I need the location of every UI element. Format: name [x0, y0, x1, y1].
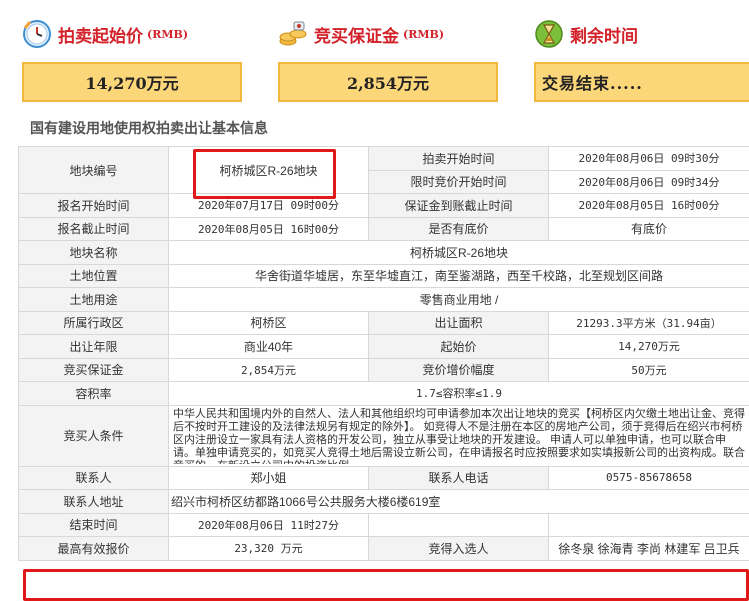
table-row: 出让年限 商业40年 起始价 14,270万元 — [18, 334, 749, 359]
reserve-label: 是否有底价 — [368, 216, 549, 241]
table-row: 所属行政区 柯桥区 出让面积 21293.3平方米（31.94亩） — [18, 310, 749, 335]
coins-icon — [279, 21, 307, 46]
table-row: 联系人 郑小姐 联系人电话 0575-85678658 — [18, 465, 749, 490]
deposit-unit: (RMB) — [403, 27, 445, 41]
hourglass-icon — [535, 20, 563, 48]
increment-label: 竞价增价幅度 — [368, 357, 549, 382]
start-price-value: 14,270万元 — [22, 62, 242, 102]
remaining-value: 交易结束..... — [534, 62, 749, 102]
deposit-deadline-value: 2020年08月05日 16时00分 — [548, 193, 749, 218]
deposit-value: 2,854万元 — [278, 62, 498, 102]
limit-start-value: 2020年08月06日 09时34分 — [548, 169, 749, 194]
deposit-deadline-label: 保证金到账截止时间 — [368, 193, 549, 218]
address-value: 绍兴市柯桥区纺都路1066号公共服务大楼6楼619室 — [168, 489, 749, 514]
table-row: 最高有效报价 23,320 万元 竞得入选人 徐冬泉 徐海青 李尚 林建军 吕卫… — [18, 536, 749, 561]
reg-end-value: 2020年08月05日 16时00分 — [168, 216, 369, 241]
highest-bid-label: 最高有效报价 — [18, 536, 169, 561]
reg-end-label: 报名截止时间 — [18, 216, 169, 241]
start-price-row-label: 起始价 — [368, 334, 549, 359]
table-row: 土地用途 零售商业用地 / — [18, 287, 749, 312]
table-row: 报名截止时间 2020年08月05日 16时00分 是否有底价 有底价 — [18, 216, 749, 241]
area-value: 21293.3平方米（31.94亩） — [548, 310, 749, 335]
table-row: 竞买保证金 2,854万元 竞价增价幅度 50万元 — [18, 357, 749, 382]
increment-value: 50万元 — [548, 357, 749, 382]
table-row: 联系人地址 绍兴市柯桥区纺都路1066号公共服务大楼6楼619室 — [18, 489, 749, 514]
clock-icon — [23, 20, 51, 48]
empty-cell — [368, 512, 549, 537]
phone-value: 0575-85678658 — [548, 465, 749, 490]
deposit-row-value: 2,854万元 — [168, 357, 369, 382]
usage-label: 土地用途 — [18, 287, 169, 312]
table-row: 土地位置 华舍街道华墟居，东至华墟直江，南至鉴湖路，西至千校路，北至规划区间路 — [18, 263, 749, 288]
end-time-value: 2020年08月06日 11时27分 — [168, 512, 369, 537]
far-value: 1.7≤容积率≤1.9 — [168, 381, 749, 406]
table-row: 容积率 1.7≤容积率≤1.9 — [18, 381, 749, 406]
deposit-label: 竞买保证金 — [314, 26, 399, 47]
remaining-label: 剩余时间 — [570, 26, 638, 47]
location-value: 华舍街道华墟居，东至华墟直江，南至鉴湖路，西至千校路，北至规划区间路 — [168, 263, 749, 288]
start-price-label: 拍卖起始价 — [58, 26, 143, 47]
usage-value: 零售商业用地 / — [168, 287, 749, 312]
location-label: 土地位置 — [18, 263, 169, 288]
start-price-row-value: 14,270万元 — [548, 334, 749, 359]
basic-info-table: 地块编号 柯桥城区R-26地块 拍卖开始时间 2020年08月06日 09时30… — [18, 146, 749, 561]
start-price-card: 拍卖起始价 (RMB) 14,270万元 — [22, 14, 242, 102]
district-label: 所属行政区 — [18, 310, 169, 335]
table-row: 报名开始时间 2020年07月17日 09时00分 保证金到账截止时间 2020… — [18, 193, 749, 218]
table-row: 结束时间 2020年08月06日 11时27分 — [18, 512, 749, 537]
table-row: 竞买人条件 中华人民共和国境内外的自然人、法人和其他组织均可申请参加本次出让地块… — [18, 404, 749, 467]
auction-start-label: 拍卖开始时间 — [368, 146, 549, 171]
conditions-label: 竞买人条件 — [18, 404, 169, 467]
remaining-card: 剩余时间 交易结束..... — [534, 14, 749, 102]
contact-value: 郑小姐 — [168, 465, 369, 490]
winner-value: 徐冬泉 徐海青 李尚 林建军 吕卫兵 — [548, 536, 749, 561]
auction-start-value: 2020年08月06日 09时30分 — [548, 146, 749, 171]
table-row: 地块名称 柯桥城区R-26地块 — [18, 240, 749, 265]
phone-label: 联系人电话 — [368, 465, 549, 490]
years-label: 出让年限 — [18, 334, 169, 359]
plot-no-label: 地块编号 — [18, 146, 169, 194]
plot-no-value: 柯桥城区R-26地块 — [168, 146, 369, 194]
limit-start-label: 限时竞价开始时间 — [368, 169, 549, 194]
empty-cell — [548, 512, 749, 537]
reg-start-label: 报名开始时间 — [18, 193, 169, 218]
highest-bid-value: 23,320 万元 — [168, 536, 369, 561]
summary-bar: 拍卖起始价 (RMB) 14,270万元 竞买保证金 (RMB) 2,854万元 — [0, 0, 749, 110]
plot-name-label: 地块名称 — [18, 240, 169, 265]
far-label: 容积率 — [18, 381, 169, 406]
reserve-value: 有底价 — [548, 216, 749, 241]
winner-label: 竞得入选人 — [368, 536, 549, 561]
start-price-unit: (RMB) — [147, 27, 189, 41]
contact-label: 联系人 — [18, 465, 169, 490]
years-value: 商业40年 — [168, 334, 369, 359]
section-title: 国有建设用地使用权拍卖出让基本信息 — [30, 121, 268, 137]
conditions-text: 中华人民共和国境内外的自然人、法人和其他组织均可申请参加本次出让地块的竞买【柯桥… — [173, 407, 745, 464]
reg-start-value: 2020年07月17日 09时00分 — [168, 193, 369, 218]
plot-name-value: 柯桥城区R-26地块 — [168, 240, 749, 265]
table-row: 地块编号 柯桥城区R-26地块 拍卖开始时间 2020年08月06日 09时30… — [18, 146, 749, 194]
deposit-row-label: 竞买保证金 — [18, 357, 169, 382]
area-label: 出让面积 — [368, 310, 549, 335]
address-label: 联系人地址 — [18, 489, 169, 514]
deposit-card: 竞买保证金 (RMB) 2,854万元 — [278, 14, 498, 102]
conditions-value: 中华人民共和国境内外的自然人、法人和其他组织均可申请参加本次出让地块的竞买【柯桥… — [168, 404, 749, 467]
end-time-label: 结束时间 — [18, 512, 169, 537]
basic-info-section: 国有建设用地使用权拍卖出让基本信息 地块编号 柯桥城区R-26地块 拍卖开始时间… — [18, 112, 749, 601]
district-value: 柯桥区 — [168, 310, 369, 335]
